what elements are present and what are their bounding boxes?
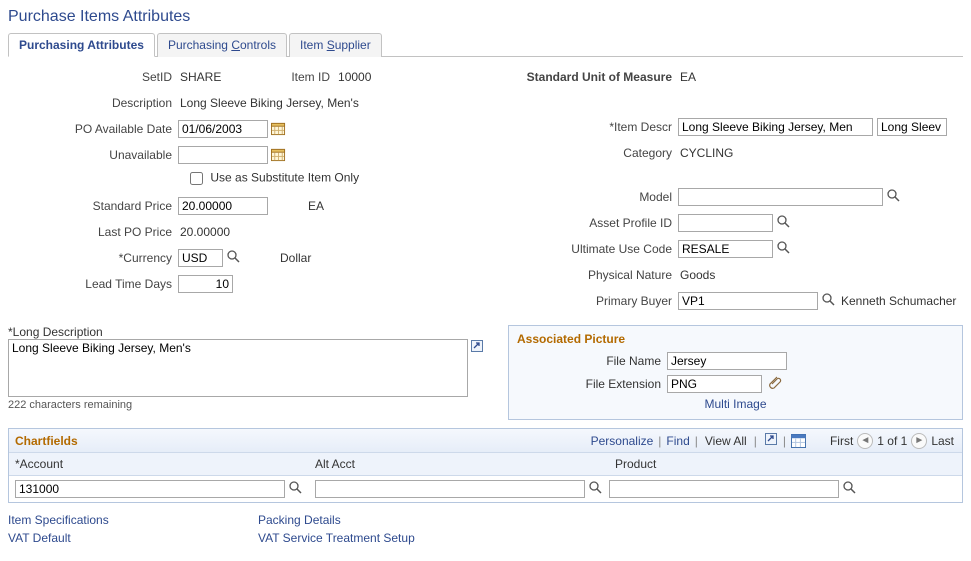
setid-value: SHARE [178, 70, 221, 84]
tab-strip: Purchasing Attributes Purchasing Control… [8, 32, 963, 57]
next-icon[interactable]: ► [911, 433, 927, 449]
item-descr-input[interactable] [678, 118, 873, 136]
associated-picture-title: Associated Picture [517, 332, 954, 346]
lead-time-label: Lead Time Days [8, 277, 178, 291]
attachment-icon[interactable] [768, 374, 783, 393]
asset-profile-label: Asset Profile ID [498, 216, 678, 230]
find-link[interactable]: Find [666, 434, 689, 448]
first-text[interactable]: First [828, 434, 855, 448]
page-title: Purchase Items Attributes [8, 8, 963, 26]
account-input[interactable] [15, 480, 285, 498]
file-name-label: File Name [517, 354, 667, 368]
col-product: Product [609, 453, 962, 475]
itemid-value: 10000 [336, 70, 371, 84]
model-label: Model [498, 190, 678, 204]
long-description-input[interactable] [8, 339, 468, 397]
lookup-icon[interactable] [226, 250, 240, 266]
tab-purchasing-controls[interactable]: Purchasing Controls [157, 33, 287, 57]
lookup-icon[interactable] [821, 293, 835, 309]
po-available-date-input[interactable] [178, 120, 268, 138]
itemid-label: Item ID [291, 70, 336, 84]
primary-buyer-input[interactable] [678, 292, 818, 310]
standard-price-input[interactable] [178, 197, 268, 215]
personalize-link[interactable]: Personalize [591, 434, 654, 448]
physical-nature-label: Physical Nature [498, 268, 678, 282]
chars-remaining: 222 characters remaining [8, 399, 498, 411]
calendar-icon[interactable] [271, 148, 286, 162]
lookup-icon[interactable] [588, 481, 602, 497]
std-uom-value: EA [678, 70, 696, 84]
lead-time-input[interactable] [178, 275, 233, 293]
use-as-substitute-checkbox[interactable] [190, 172, 203, 185]
lookup-icon[interactable] [776, 215, 790, 231]
item-specifications-link[interactable]: Item Specifications [8, 513, 258, 527]
packing-details-link[interactable]: Packing Details [258, 513, 415, 527]
file-extension-input[interactable] [667, 375, 762, 393]
ultimate-use-code-label: Ultimate Use Code [498, 242, 678, 256]
ultimate-use-code-input[interactable] [678, 240, 773, 258]
lookup-icon[interactable] [842, 481, 856, 497]
category-value: CYCLING [678, 146, 733, 160]
po-available-date-label: PO Available Date [8, 122, 178, 136]
standard-price-unit: EA [308, 199, 324, 213]
count-text: 1 of 1 [875, 434, 909, 448]
product-input[interactable] [609, 480, 839, 498]
vat-default-link[interactable]: VAT Default [8, 531, 258, 545]
alt-acct-input[interactable] [315, 480, 585, 498]
last-text[interactable]: Last [929, 434, 956, 448]
setid-label: SetID [8, 70, 178, 84]
description-value: Long Sleeve Biking Jersey, Men's [178, 96, 359, 110]
download-icon[interactable] [791, 434, 806, 448]
description-label: Description [8, 96, 178, 110]
standard-price-label: Standard Price [8, 199, 178, 213]
primary-buyer-label: Primary Buyer [498, 294, 678, 308]
zoom-icon[interactable] [764, 432, 778, 449]
item-descr-label: *Item Descr [498, 120, 678, 134]
tab-item-supplier[interactable]: Item Supplier [289, 33, 382, 57]
lookup-icon[interactable] [288, 481, 302, 497]
prev-icon[interactable]: ◄ [857, 433, 873, 449]
file-name-input[interactable] [667, 352, 787, 370]
use-as-substitute-label: Use as Substitute Item Only [210, 171, 359, 185]
category-label: Category [498, 146, 678, 160]
asset-profile-input[interactable] [678, 214, 773, 232]
last-po-price-label: Last PO Price [8, 225, 178, 239]
currency-input[interactable] [178, 249, 223, 267]
popout-icon[interactable] [470, 339, 484, 356]
view-all-text[interactable]: View All [703, 434, 749, 448]
file-extension-label: File Extension [517, 377, 667, 391]
table-row [9, 476, 962, 502]
associated-picture-box: Associated Picture File Name File Extens… [508, 325, 963, 420]
long-description-label: *Long Description [8, 325, 498, 339]
col-alt-acct: Alt Acct [309, 453, 609, 475]
model-input[interactable] [678, 188, 883, 206]
calendar-icon[interactable] [271, 122, 286, 136]
std-uom-label: Standard Unit of Measure [498, 70, 678, 84]
unavailable-input[interactable] [178, 146, 268, 164]
chartfields-title: Chartfields [15, 434, 78, 448]
unavailable-label: Unavailable [8, 148, 178, 162]
primary-buyer-name: Kenneth Schumacher [841, 294, 956, 308]
vat-service-treatment-link[interactable]: VAT Service Treatment Setup [258, 531, 415, 545]
currency-label: *Currency [8, 251, 178, 265]
multi-image-link[interactable]: Multi Image [704, 397, 766, 411]
tab-purchasing-attributes[interactable]: Purchasing Attributes [8, 33, 155, 57]
chartfields-grid: Chartfields Personalize | Find | View Al… [8, 428, 963, 503]
lookup-icon[interactable] [776, 241, 790, 257]
lookup-icon[interactable] [886, 189, 900, 205]
currency-name: Dollar [280, 251, 311, 265]
col-account: *Account [9, 453, 309, 475]
item-descr-input-2[interactable] [877, 118, 947, 136]
physical-nature-value: Goods [678, 268, 715, 282]
last-po-price-value: 20.00000 [178, 225, 230, 239]
